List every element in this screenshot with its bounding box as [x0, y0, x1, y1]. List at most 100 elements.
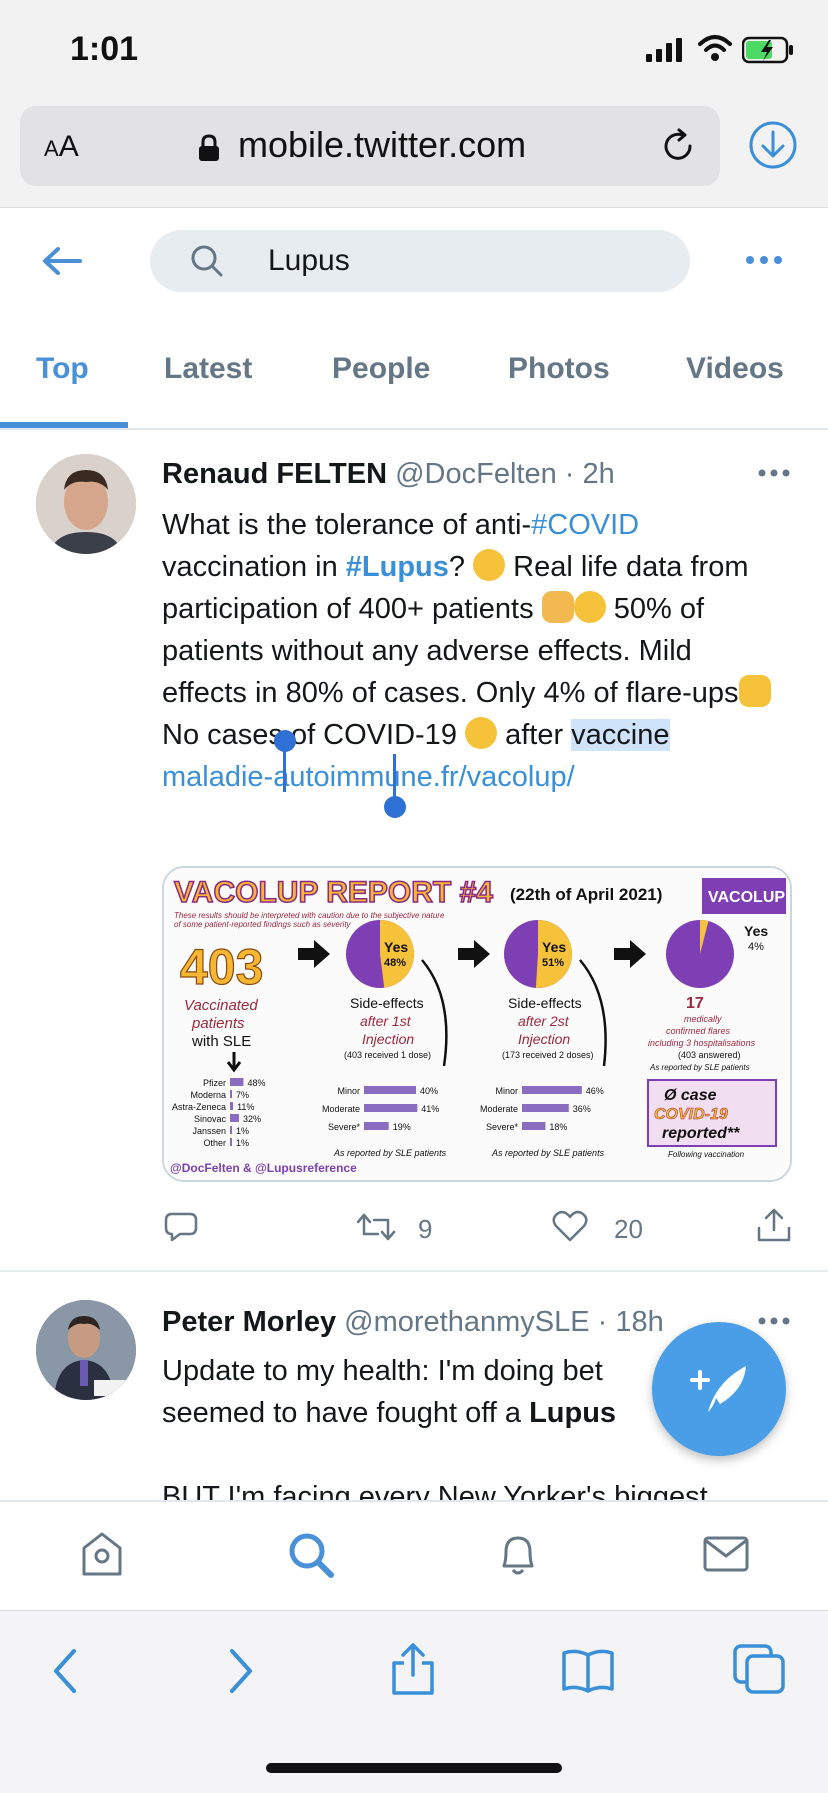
author-name[interactable]: Renaud FELTEN: [162, 458, 387, 490]
browser-back-icon[interactable]: [50, 1647, 80, 1695]
count-label-3: with SLE: [191, 1033, 251, 1050]
retweet-icon[interactable]: [356, 1212, 396, 1242]
url-text[interactable]: mobile.twitter.com: [238, 124, 526, 166]
vaccine-value: 11%: [237, 1102, 254, 1112]
tweet-more-icon[interactable]: [758, 1316, 790, 1326]
tweet-time[interactable]: 2h: [583, 458, 615, 490]
pie-1-label: Yes: [384, 939, 408, 955]
tweet-author[interactable]: Renaud FELTEN @DocFelten · 2h: [162, 458, 615, 491]
download-icon[interactable]: [748, 120, 798, 170]
hashtag-covid[interactable]: #COVID: [531, 509, 639, 541]
notifications-icon[interactable]: [494, 1530, 542, 1578]
pie-3-value: 4%: [748, 941, 764, 953]
avatar-photo: [36, 1300, 136, 1400]
infographic-note-1: These results should be interpreted with…: [174, 911, 445, 920]
search-query[interactable]: Lupus: [268, 244, 350, 278]
bottom-navigation: [0, 1500, 828, 1610]
status-bar: 1:01: [0, 0, 828, 100]
se1-a: Side-effects: [350, 995, 424, 1011]
folded-hands-icon: [541, 591, 574, 623]
reload-icon[interactable]: [660, 128, 696, 164]
vaccine-value: 1%: [236, 1126, 249, 1136]
tab-photos[interactable]: Photos: [508, 352, 610, 386]
messages-icon[interactable]: [702, 1530, 750, 1578]
cellular-signal-icon: [646, 38, 682, 62]
se1-b: after 1st: [360, 1013, 412, 1029]
more-icon[interactable]: [744, 254, 784, 266]
tab-top[interactable]: Top: [36, 352, 89, 386]
browser-share-icon[interactable]: [390, 1641, 436, 1697]
thinking-face-icon: [473, 549, 506, 581]
retweet-count: 9: [418, 1214, 433, 1244]
infographic-title: VACOLUP REPORT #4: [174, 876, 493, 909]
case-a: Ø case: [664, 1087, 717, 1104]
author-name[interactable]: Peter Morley: [162, 1306, 336, 1338]
search-input[interactable]: Lupus: [150, 230, 690, 292]
compose-tweet-button[interactable]: [652, 1322, 786, 1456]
author-handle[interactable]: @morethanmySLE: [344, 1306, 589, 1338]
pie-2-label: Yes: [542, 939, 566, 955]
flares-c: including 3 hospitalisations: [648, 1038, 756, 1048]
vaccine-bar: [230, 1078, 244, 1086]
vaccine-label: Sinovac: [194, 1114, 227, 1124]
se2-c: Injection: [518, 1031, 570, 1047]
home-icon[interactable]: [78, 1530, 126, 1578]
hashtag-lupus[interactable]: #Lupus: [346, 551, 449, 583]
tweet-time[interactable]: 18h: [615, 1306, 663, 1338]
pie-1-value: 48%: [384, 957, 406, 969]
severity-2-label: Moderate: [480, 1104, 518, 1114]
tweet-link[interactable]: maladie-autoimmune.fr/vacolup/: [162, 761, 575, 793]
se2-a: Side-effects: [508, 995, 582, 1011]
tab-people[interactable]: People: [332, 352, 430, 386]
tweet-text: What is the tolerance of anti-#COVID vac…: [162, 504, 782, 798]
tweet-divider: [0, 1270, 828, 1272]
tweet-more-icon[interactable]: [758, 468, 790, 478]
compose-icon: [690, 1366, 746, 1412]
count-number: 403: [180, 939, 263, 995]
tab-latest[interactable]: Latest: [164, 352, 252, 386]
vaccine-bar: [230, 1102, 234, 1110]
tweet-image[interactable]: VACOLUP REPORT #4 (22th of April 2021) V…: [162, 866, 792, 1182]
vaccine-value: 7%: [236, 1090, 249, 1100]
reply-icon[interactable]: [164, 1210, 198, 1242]
search-header: Lupus: [0, 208, 828, 318]
selected-text[interactable]: vaccine: [571, 719, 670, 751]
browser-forward-icon[interactable]: [226, 1647, 256, 1695]
back-arrow-icon[interactable]: [42, 246, 82, 276]
text-size-button[interactable]: AA: [44, 130, 79, 164]
vaccine-label: Other: [203, 1138, 226, 1148]
author-handle[interactable]: @DocFelten: [395, 458, 557, 490]
avatar[interactable]: [36, 1300, 136, 1400]
vaccine-value: 1%: [236, 1138, 249, 1148]
avatar[interactable]: [36, 454, 136, 554]
safari-toolbar: [0, 1610, 828, 1793]
severity-2-bar: [522, 1086, 582, 1094]
selection-handle-end[interactable]: [384, 796, 406, 818]
search-icon: [191, 245, 223, 277]
tabs-icon[interactable]: [732, 1643, 786, 1695]
se1-c: Injection: [362, 1031, 414, 1047]
severity-1-value: 41%: [421, 1104, 439, 1114]
avatar-photo: [36, 454, 136, 554]
tab-videos[interactable]: Videos: [686, 352, 784, 386]
severity-2-bar: [522, 1104, 569, 1112]
address-bar[interactable]: AA mobile.twitter.com: [20, 106, 720, 186]
severity-1-label: Severe*: [328, 1122, 361, 1132]
bookmarks-icon[interactable]: [560, 1647, 616, 1693]
flares-e: As reported by SLE patients: [649, 1063, 750, 1072]
home-indicator: [266, 1763, 562, 1773]
share-icon[interactable]: [756, 1208, 792, 1242]
severity-1-bar: [364, 1104, 418, 1112]
vaccine-label: Astra-Zeneca: [172, 1102, 226, 1112]
lupus-highlight: Lupus: [529, 1397, 617, 1429]
severity-1-bar: [364, 1086, 416, 1094]
active-tab-indicator: [0, 422, 128, 428]
search-tab-icon[interactable]: [286, 1530, 336, 1580]
severity-1-value: 19%: [393, 1122, 411, 1132]
flares-b: confirmed flares: [666, 1026, 731, 1036]
tweet-author[interactable]: Peter Morley @morethanmySLE · 18h: [162, 1306, 664, 1339]
time-separator: ·: [597, 1306, 608, 1338]
like-icon[interactable]: [552, 1210, 588, 1242]
case-b: COVID-19: [654, 1106, 728, 1123]
severity-2-bar: [522, 1122, 546, 1130]
